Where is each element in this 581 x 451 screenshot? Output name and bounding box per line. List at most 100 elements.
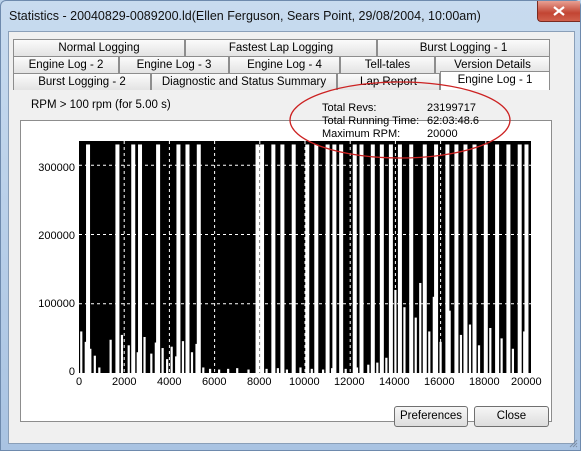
bar-s1-26 — [276, 368, 279, 373]
bar-s0-7 — [196, 144, 201, 373]
bar-s1-42 — [432, 296, 435, 373]
bar-s1-20 — [208, 368, 212, 373]
bar-s0-2 — [131, 144, 136, 373]
tab-engine-log-2[interactable]: Engine Log - 2 — [13, 56, 119, 73]
bar-s1-15 — [175, 356, 178, 373]
rpm-histogram-chart — [79, 141, 531, 373]
bar-s1-3 — [93, 355, 96, 373]
x-tick-10000: 10000 — [289, 376, 320, 388]
bar-s0-17 — [339, 144, 344, 373]
bar-s1-5 — [109, 339, 112, 373]
bar-s1-50 — [511, 348, 515, 373]
bar-s0-25 — [422, 144, 427, 373]
preferences-button[interactable]: Preferences — [394, 406, 468, 427]
bar-s1-38 — [403, 307, 406, 373]
bar-s1-32 — [344, 368, 347, 373]
bar-s1-30 — [321, 369, 325, 373]
bar-s0-0 — [86, 144, 91, 373]
bar-s0-31 — [483, 144, 488, 373]
bar-s0-19 — [359, 144, 364, 373]
tab-burst-logging-2[interactable]: Burst Logging - 2 — [13, 73, 151, 90]
resize-grip-icon[interactable] — [568, 438, 578, 448]
bar-s1-37 — [394, 289, 397, 373]
tab-burst-logging-1[interactable]: Burst Logging - 1 — [377, 39, 550, 56]
bar-s0-8 — [255, 144, 260, 373]
bar-s0-14 — [314, 144, 319, 373]
bar-s1-14 — [170, 346, 173, 373]
bar-s1-23 — [236, 368, 239, 373]
title-bar[interactable]: Statistics - 20040829-0089200.ld(Ellen F… — [1, 1, 580, 31]
bar-s0-20 — [370, 144, 375, 373]
x-tick-4000: 4000 — [157, 376, 182, 388]
annotation-ellipse — [289, 81, 511, 159]
window-title: Statistics - 20040829-0089200.ld(Ellen F… — [9, 9, 481, 23]
tab-engine-log-3[interactable]: Engine Log - 3 — [119, 56, 229, 73]
bar-s1-25 — [265, 368, 268, 373]
bar-s1-27 — [285, 369, 289, 373]
bar-s1-8 — [136, 352, 139, 373]
bar-s1-12 — [161, 348, 164, 373]
bar-s1-13 — [166, 359, 169, 373]
x-tick-6000: 6000 — [202, 376, 227, 388]
bar-s0-29 — [463, 144, 468, 373]
bar-s1-16 — [181, 341, 185, 373]
y-tick-0: 0 — [68, 366, 75, 378]
bar-s0-28 — [454, 144, 459, 373]
bar-s0-21 — [379, 144, 384, 373]
bar-s0-12 — [291, 144, 296, 373]
x-tick-16000: 16000 — [424, 376, 455, 388]
bar-s1-35 — [376, 362, 379, 373]
bar-s1-49 — [500, 338, 503, 373]
rpm-filter-caption: RPM > 100 rpm (for 5.00 s) — [31, 99, 171, 111]
bar-s0-5 — [176, 144, 181, 373]
tab-normal-logging[interactable]: Normal Logging — [13, 39, 185, 56]
bar-s1-41 — [428, 331, 431, 373]
bar-s1-45 — [459, 334, 463, 373]
bar-s1-19 — [202, 367, 205, 373]
bar-s1-43 — [439, 341, 442, 373]
x-tick-8000: 8000 — [247, 376, 272, 388]
bar-s0-15 — [325, 144, 330, 373]
bar-s1-9 — [143, 336, 146, 373]
window-close-button[interactable] — [537, 1, 580, 22]
bar-s0-24 — [409, 144, 414, 373]
bar-s0-23 — [397, 144, 402, 373]
tab-engine-log-4[interactable]: Engine Log - 4 — [229, 56, 340, 73]
bar-s1-36 — [385, 357, 388, 373]
bar-s1-24 — [247, 369, 250, 373]
close-button[interactable]: Close — [474, 406, 549, 427]
bar-s1-11 — [154, 342, 157, 373]
bar-s1-51 — [523, 331, 526, 373]
bar-s0-30 — [472, 144, 477, 373]
y-tick-300000: 300000 — [38, 162, 75, 174]
x-tick-0: 0 — [76, 376, 83, 388]
bar-s0-18 — [352, 144, 357, 373]
bar-s1-22 — [227, 368, 230, 373]
bar-s0-13 — [305, 144, 310, 373]
bar-s0-34 — [517, 144, 522, 373]
bar-s0-4 — [156, 144, 161, 373]
tab-fastest-lap-logging[interactable]: Fastest Lap Logging — [185, 39, 377, 56]
bar-s1-17 — [190, 352, 194, 373]
bar-s1-33 — [355, 367, 359, 373]
bar-s0-33 — [506, 144, 511, 373]
bar-s1-4 — [98, 367, 101, 373]
bar-s1-2 — [89, 348, 92, 373]
bar-s1-1 — [84, 341, 87, 373]
bar-s1-10 — [150, 353, 153, 373]
y-tick-100000: 100000 — [38, 298, 75, 310]
bar-s0-32 — [495, 144, 500, 373]
bar-s1-18 — [195, 343, 198, 373]
tab-tell-tales[interactable]: Tell-tales — [340, 56, 435, 73]
bar-s1-31 — [331, 368, 334, 373]
x-tick-2000: 2000 — [112, 376, 137, 388]
bar-s1-28 — [299, 367, 302, 373]
bar-s1-40 — [419, 282, 422, 373]
bar-s1-21 — [218, 369, 221, 373]
x-tick-20000: 20000 — [511, 376, 542, 388]
bar-s1-6 — [120, 334, 124, 373]
bar-s1-44 — [448, 310, 451, 373]
x-tick-18000: 18000 — [469, 376, 500, 388]
bar-s0-1 — [115, 144, 120, 373]
bar-s1-47 — [477, 345, 481, 373]
